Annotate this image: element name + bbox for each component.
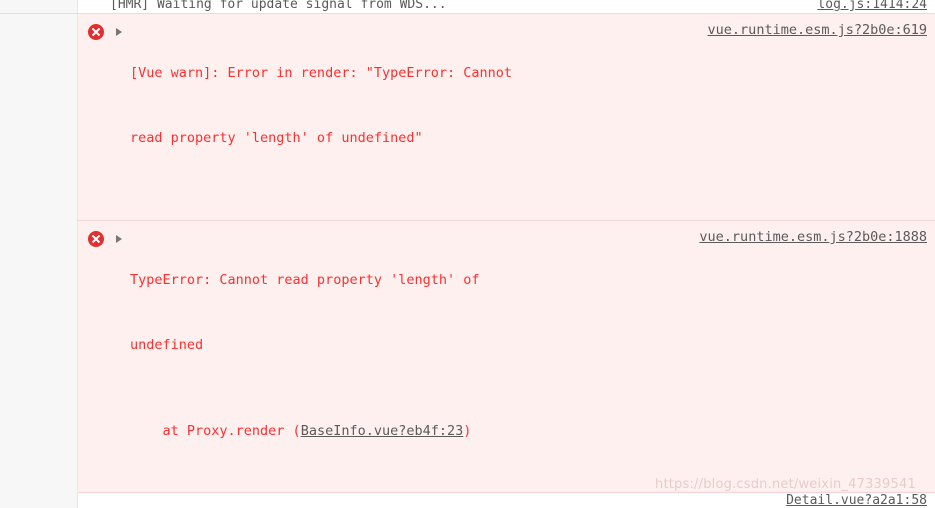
bottom-source-link[interactable]: Detail.vue?a2a1:58 <box>786 493 927 508</box>
devtools-console-panel: [HMR] Waiting for update signal from WDS… <box>0 0 935 508</box>
console-error-entry-vue-warn[interactable]: [Vue warn]: Error in render: "TypeError:… <box>78 14 935 468</box>
typeerror-message: TypeError: Cannot read property 'length'… <box>130 227 929 508</box>
console-gutter <box>0 0 78 13</box>
stack-frame-label: at Proxy.render ( <box>130 422 301 439</box>
error-circle-icon <box>88 24 104 40</box>
hmr-log-text: [HMR] Waiting for update signal from WDS… <box>110 0 447 12</box>
console-row-bottom-cut[interactable]: Detail.vue?a2a1:58 <box>0 493 935 508</box>
vue-warn-source-link[interactable]: vue.runtime.esm.js?2b0e:619 <box>708 20 927 42</box>
stack-frame: at Proxy.render (BaseInfo.vue?eb4f:23) <box>130 421 929 443</box>
stack-frame-link[interactable]: BaseInfo.vue?eb4f:23 <box>301 423 464 439</box>
console-gutter-column <box>0 14 78 508</box>
typeerror-header-continued: undefined <box>130 336 204 353</box>
chevron-right-icon[interactable] <box>116 235 122 243</box>
typeerror-source-link[interactable]: vue.runtime.esm.js?2b0e:1888 <box>699 227 927 249</box>
chevron-right-icon[interactable] <box>116 28 122 36</box>
warn-blank-1 <box>130 192 929 214</box>
console-error-entry-typeerror[interactable]: TypeError: Cannot read property 'length'… <box>78 221 935 493</box>
error-circle-icon <box>88 231 104 247</box>
warn-line-0: [Vue warn]: Error in render: "TypeError:… <box>130 65 513 81</box>
warn-line-1: read property 'length' of undefined" <box>130 129 423 146</box>
typeerror-header: TypeError: Cannot read property 'length'… <box>130 272 480 288</box>
hmr-log-source-link[interactable]: log.js:1414:24 <box>817 0 927 13</box>
stack-frame-close: ) <box>463 422 472 439</box>
console-log-row-hmr[interactable]: [HMR] Waiting for update signal from WDS… <box>0 0 935 14</box>
